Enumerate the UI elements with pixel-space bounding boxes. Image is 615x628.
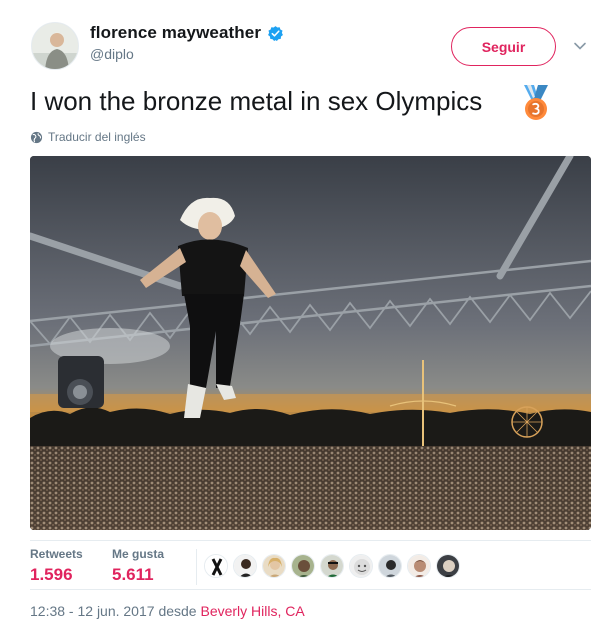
chevron-down-icon[interactable]: [572, 38, 588, 54]
retweets-label: Retweets: [30, 547, 83, 561]
liker-avatar[interactable]: [349, 554, 373, 578]
tweet-photo[interactable]: [30, 156, 591, 530]
from-label: desde: [158, 603, 197, 619]
liker-avatar[interactable]: [407, 554, 431, 578]
tweet-text: I won the bronze metal in sex Olympics: [30, 86, 483, 116]
liker-avatar[interactable]: [291, 554, 315, 578]
likes-label: Me gusta: [112, 547, 165, 561]
liker-avatar[interactable]: [204, 554, 228, 578]
verified-badge-icon: [267, 25, 284, 42]
likes-stat[interactable]: Me gusta 5.611: [112, 547, 164, 585]
user-handle[interactable]: @diplo: [90, 46, 134, 62]
tweet-location-link[interactable]: Beverly Hills, CA: [200, 603, 304, 619]
retweets-stat[interactable]: Retweets 1.596: [30, 547, 83, 585]
liker-avatar[interactable]: [262, 554, 286, 578]
tweet-timestamp[interactable]: 12:38 - 12 jun. 2017: [30, 603, 155, 619]
liker-avatar[interactable]: [233, 554, 257, 578]
user-name-row[interactable]: florence mayweather: [90, 23, 284, 43]
liker-avatar[interactable]: [378, 554, 402, 578]
liker-avatars: [204, 554, 465, 578]
follow-button[interactable]: Seguir: [451, 27, 556, 66]
3rd-place-medal-icon: [521, 84, 551, 122]
translate-link[interactable]: Traducir del inglés: [30, 130, 146, 144]
liker-avatar[interactable]: [320, 554, 344, 578]
tweet-meta: 12:38 - 12 jun. 2017 desde Beverly Hills…: [30, 603, 305, 619]
tweet-stats: Retweets 1.596 Me gusta 5.611: [30, 540, 591, 590]
display-name[interactable]: florence mayweather: [90, 23, 261, 43]
liker-avatar[interactable]: [436, 554, 460, 578]
retweets-count: 1.596: [30, 565, 73, 584]
tweet-card: florence mayweather @diplo Seguir I won …: [0, 0, 615, 628]
globe-icon: [30, 131, 43, 144]
stats-divider: [196, 549, 197, 585]
user-avatar[interactable]: [31, 22, 79, 70]
translate-label: Traducir del inglés: [48, 130, 146, 144]
likes-count: 5.611: [112, 565, 154, 584]
